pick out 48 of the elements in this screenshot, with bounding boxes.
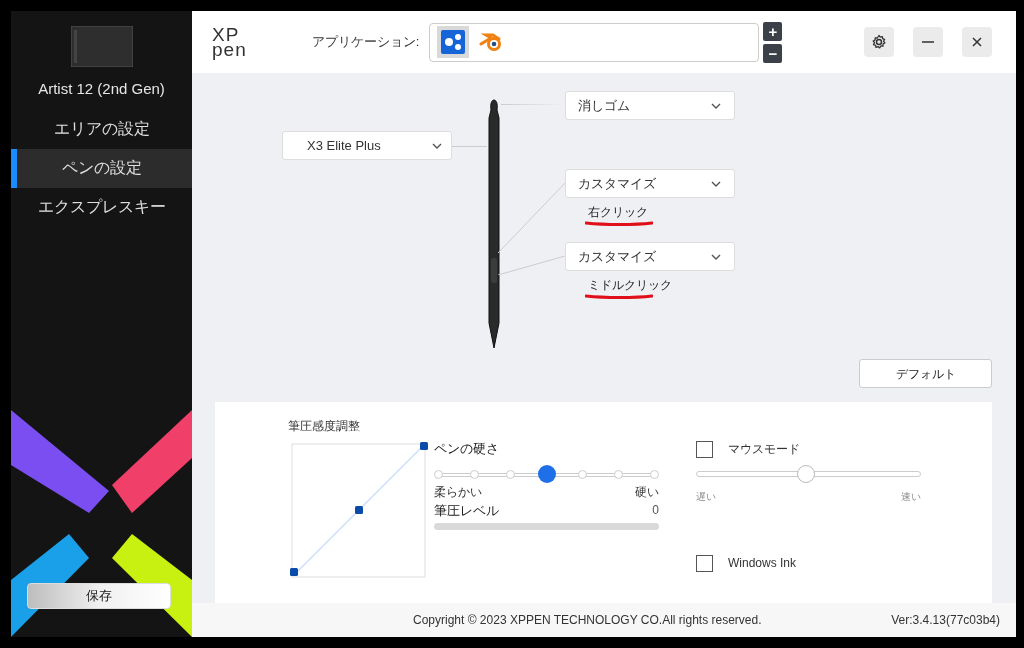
device-name: Artist 12 (2nd Gen)	[38, 79, 165, 99]
application-label: アプリケーション:	[311, 33, 420, 52]
version-text: Ver:3.4.13(77c03b4)	[891, 612, 1000, 629]
hardness-slider[interactable]	[434, 468, 659, 481]
button-function-dropdown[interactable]: 消しゴム	[565, 91, 735, 120]
slider-label: 遅い	[696, 490, 716, 504]
checkbox-label: Windows Ink	[728, 555, 797, 572]
checkbox-label: マウスモード	[728, 441, 800, 458]
speed-slider[interactable]	[696, 465, 921, 483]
curve-point[interactable]	[355, 506, 363, 514]
checkbox[interactable]	[696, 440, 713, 458]
sidebar-item[interactable]: ペンの設定	[11, 148, 192, 188]
sidebar-item[interactable]: エクスプレスキー	[11, 187, 192, 227]
settings-icon	[871, 34, 887, 50]
slider-thumb[interactable]	[537, 464, 556, 483]
remove-button[interactable]: −	[763, 43, 783, 63]
slider-label: 速い	[901, 490, 921, 504]
button-function-dropdown[interactable]: カスタマイズ	[565, 169, 735, 198]
curve-point[interactable]	[420, 442, 428, 450]
section-title: 筆圧感度調整	[288, 418, 361, 435]
checkbox[interactable]	[696, 554, 713, 572]
minimize-button[interactable]	[913, 27, 943, 57]
leader-line	[498, 256, 565, 275]
add-button[interactable]: +	[763, 21, 783, 41]
button-action-label: ミドルクリック	[588, 277, 672, 294]
save-button[interactable]: 保存	[27, 583, 171, 609]
settings-button[interactable]	[864, 27, 894, 57]
app-item[interactable]	[437, 26, 470, 58]
pen-model-dropdown[interactable]: X3 Elite Plus	[282, 131, 452, 160]
sidebar-item[interactable]: エリアの設定	[11, 109, 192, 149]
dots-icon	[441, 30, 466, 54]
slider-label: 硬い	[635, 483, 659, 501]
minimize-icon	[922, 41, 934, 43]
logo-text: XP	[212, 27, 241, 42]
button-action-label: 右クリック	[588, 204, 648, 221]
button-function-dropdown[interactable]: カスタマイズ	[565, 242, 735, 271]
curve-point[interactable]	[290, 568, 298, 576]
copyright-text: Copyright © 2023 XPPEN TECHNOLOGY CO.All rights reserved.	[413, 612, 762, 629]
leader-line	[452, 146, 487, 147]
close-button[interactable]	[962, 27, 992, 57]
leader-line	[498, 183, 565, 253]
slider-thumb[interactable]	[797, 465, 816, 483]
default-button[interactable]: デフォルト	[859, 359, 992, 388]
slider-label: 柔らかい	[434, 483, 482, 501]
section-title: 筆圧レベル	[434, 501, 499, 520]
tablet-image	[70, 26, 133, 67]
pressure-value: 0	[652, 502, 659, 520]
section-title: ペンの硬さ	[434, 440, 500, 458]
